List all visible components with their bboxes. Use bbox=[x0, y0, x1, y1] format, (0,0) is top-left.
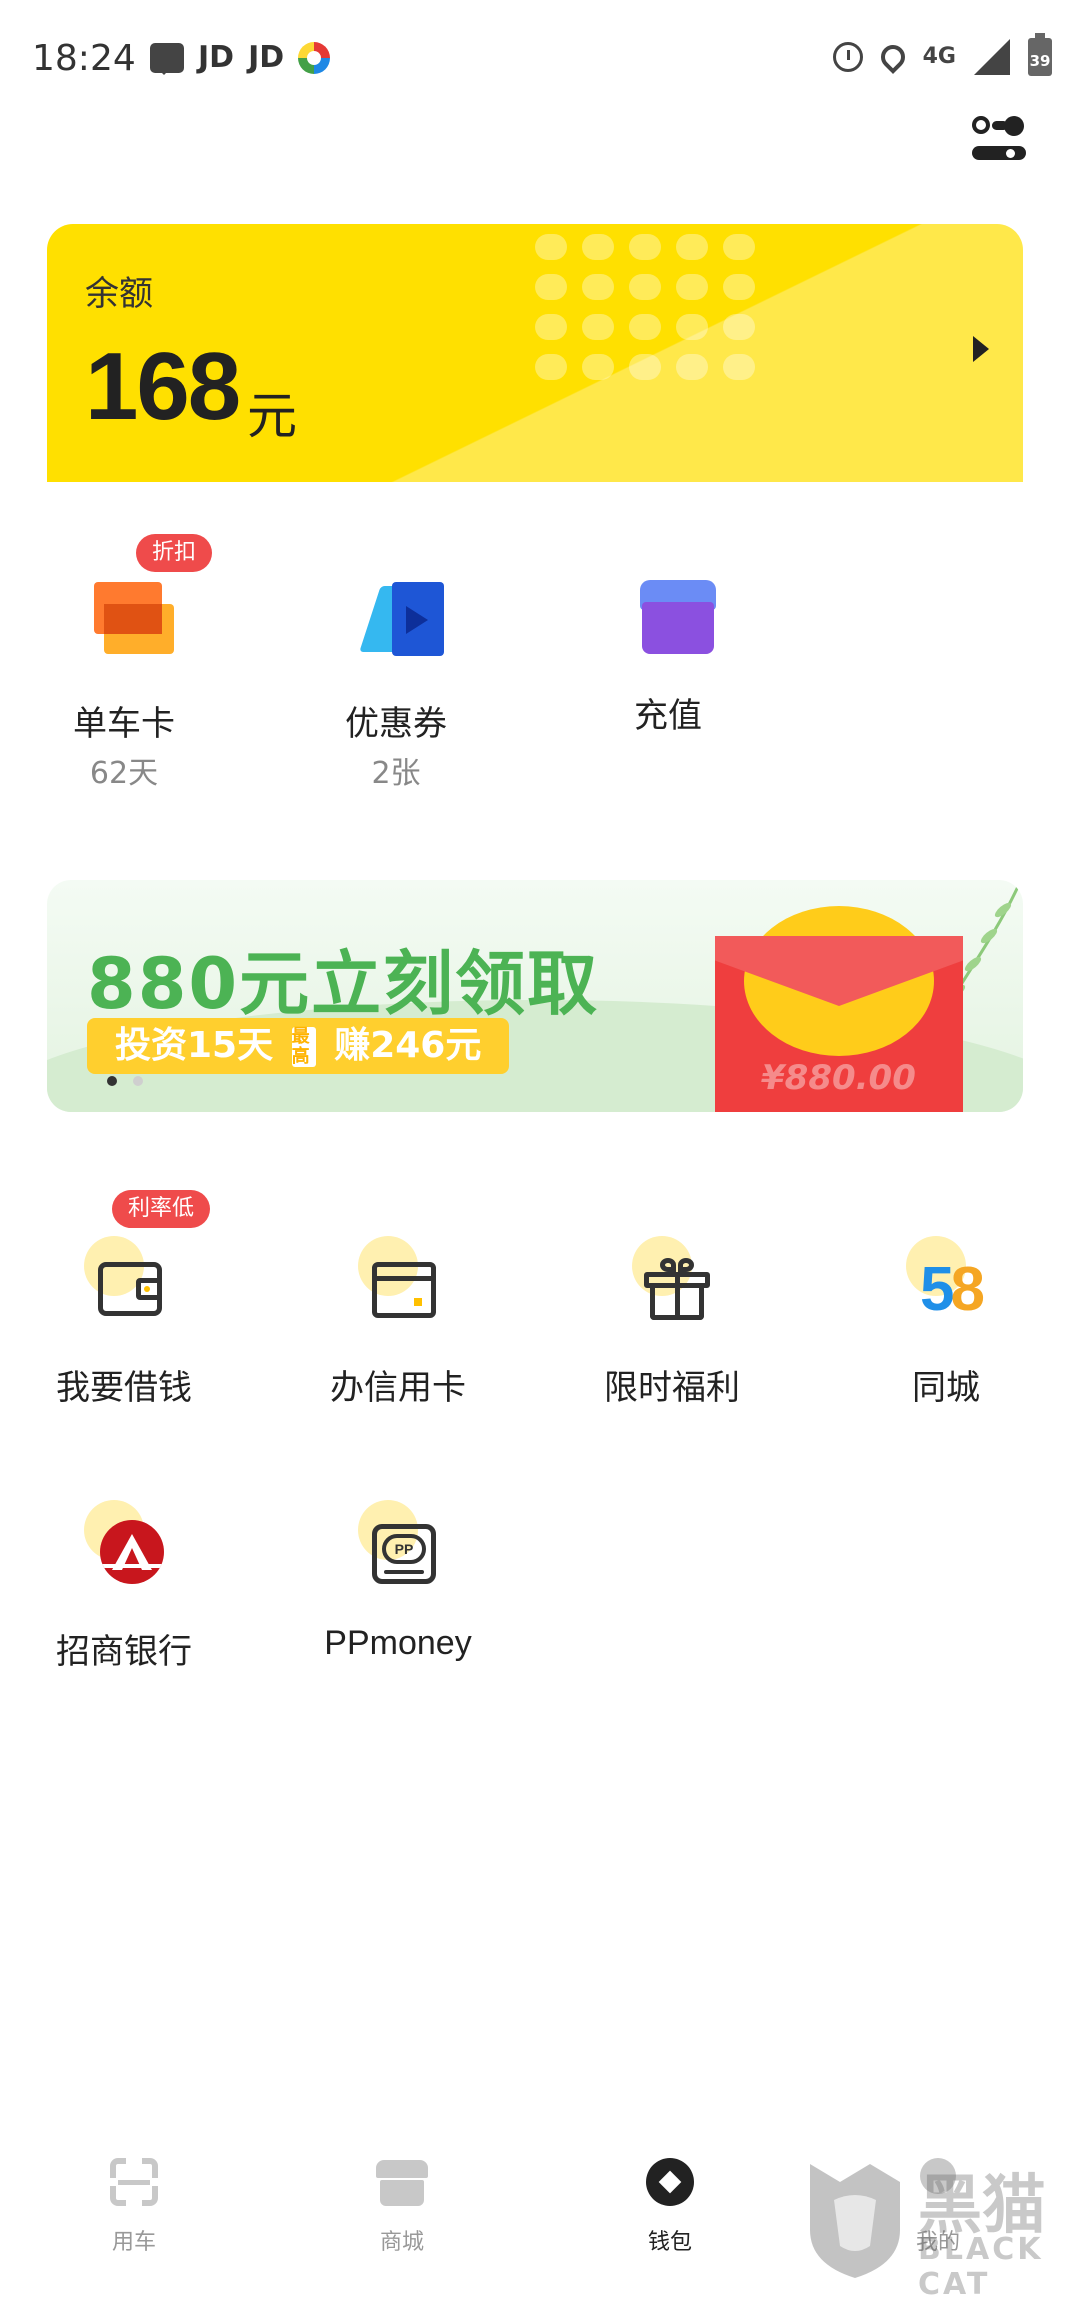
nav-item-ride[interactable]: 用车 bbox=[54, 2158, 214, 2256]
notification-icons: JD JD bbox=[150, 40, 331, 75]
shortcut-recharge[interactable]: 充值 bbox=[568, 578, 768, 778]
service-limited-benefits[interactable]: 限时福利 bbox=[562, 1236, 782, 1416]
chevron-right-icon bbox=[973, 336, 989, 362]
wallet-icon bbox=[84, 1236, 194, 1346]
shortcut-sub: 62天 bbox=[89, 756, 159, 791]
scan-icon bbox=[106, 2158, 162, 2210]
settings-toggle-icon[interactable] bbox=[972, 116, 1026, 164]
58-tongcheng-icon: 58 bbox=[906, 1236, 1016, 1346]
ppmoney-icon: PP bbox=[358, 1500, 468, 1610]
watermark: 黑猫 BLACK CAT bbox=[800, 2160, 1080, 2302]
service-label: 招商银行 bbox=[56, 1632, 192, 1672]
shortcut-label: 优惠券 bbox=[345, 704, 447, 744]
service-label: 同城 bbox=[912, 1368, 980, 1408]
service-ppmoney[interactable]: PP PPmoney bbox=[288, 1500, 508, 1680]
service-cmb-bank[interactable]: 招商银行 bbox=[14, 1500, 234, 1680]
alarm-icon bbox=[832, 42, 863, 72]
battery-icon: 39 bbox=[1028, 33, 1052, 76]
service-credit-card[interactable]: 办信用卡 bbox=[288, 1236, 508, 1416]
banner-subtitle: 投资15天 最高 赚246元 bbox=[87, 1018, 510, 1074]
shortcut-label: 充值 bbox=[634, 696, 702, 736]
nav-label: 钱包 bbox=[647, 2230, 692, 2255]
jd-notification-icon: JD bbox=[248, 40, 285, 75]
status-time: 18:24 bbox=[32, 38, 136, 79]
watermark-en: BLACK CAT bbox=[918, 2232, 1044, 2302]
decorative-dots bbox=[535, 234, 755, 380]
service-label: 办信用卡 bbox=[330, 1368, 466, 1408]
nav-item-shop[interactable]: 商城 bbox=[322, 2158, 482, 2256]
discount-badge: 折扣 bbox=[136, 534, 213, 572]
shortcut-label: 单车卡 bbox=[73, 704, 175, 744]
low-rate-badge: 利率低 bbox=[112, 1190, 211, 1228]
status-bar: 18:24 JD JD 4G 39 bbox=[0, 0, 1080, 120]
balance-label: 余额 bbox=[85, 274, 153, 314]
system-icons: 4G 39 bbox=[832, 33, 1052, 76]
service-label: 我要借钱 bbox=[56, 1368, 192, 1408]
shortcut-sub: 2张 bbox=[371, 756, 421, 791]
bike-card-icon bbox=[94, 578, 174, 658]
recharge-store-icon bbox=[638, 578, 718, 658]
gift-icon bbox=[632, 1236, 742, 1346]
balance-amount: 168 bbox=[85, 333, 241, 440]
jd-notification-icon: JD bbox=[198, 40, 235, 75]
location-icon bbox=[875, 40, 910, 74]
envelope-amount: ¥880.00 bbox=[761, 1058, 916, 1098]
wallet-diamond-icon bbox=[642, 2158, 698, 2210]
shortcut-coupon[interactable]: 优惠券 2张 bbox=[296, 578, 496, 798]
pager-dot bbox=[133, 1076, 143, 1086]
signal-icon bbox=[974, 39, 1010, 75]
service-tongcheng[interactable]: 58 同城 bbox=[836, 1236, 1056, 1416]
nav-label: 商城 bbox=[379, 2230, 424, 2255]
nav-label: 用车 bbox=[111, 2230, 156, 2255]
credit-card-icon bbox=[358, 1236, 468, 1346]
pager-dot bbox=[107, 1076, 117, 1086]
balance-card[interactable]: 余额 168 元 bbox=[47, 224, 1023, 482]
service-label: PPmoney bbox=[324, 1624, 472, 1662]
balance-unit: 元 bbox=[247, 387, 297, 445]
shortcut-bike-card[interactable]: 单车卡 62天 bbox=[24, 578, 224, 798]
coupon-icon bbox=[359, 578, 446, 658]
network-type-icon: 4G bbox=[922, 44, 956, 69]
shop-icon bbox=[374, 2158, 430, 2210]
cmb-bank-icon bbox=[84, 1500, 194, 1610]
app-notification-icon bbox=[298, 41, 331, 74]
service-borrow[interactable]: 我要借钱 bbox=[14, 1236, 234, 1416]
nav-item-wallet[interactable]: 钱包 bbox=[590, 2158, 750, 2256]
banner-title: 880元立刻领取 bbox=[87, 943, 600, 1025]
promo-banner[interactable]: 880元立刻领取 投资15天 最高 赚246元 ◡ ¥880.00 bbox=[47, 880, 1023, 1112]
red-envelope-icon: ◡ ¥880.00 bbox=[715, 906, 963, 1112]
message-icon bbox=[150, 42, 184, 75]
service-label: 限时福利 bbox=[604, 1368, 740, 1408]
cat-shield-logo-icon bbox=[810, 2164, 900, 2278]
banner-pager bbox=[107, 1076, 143, 1086]
